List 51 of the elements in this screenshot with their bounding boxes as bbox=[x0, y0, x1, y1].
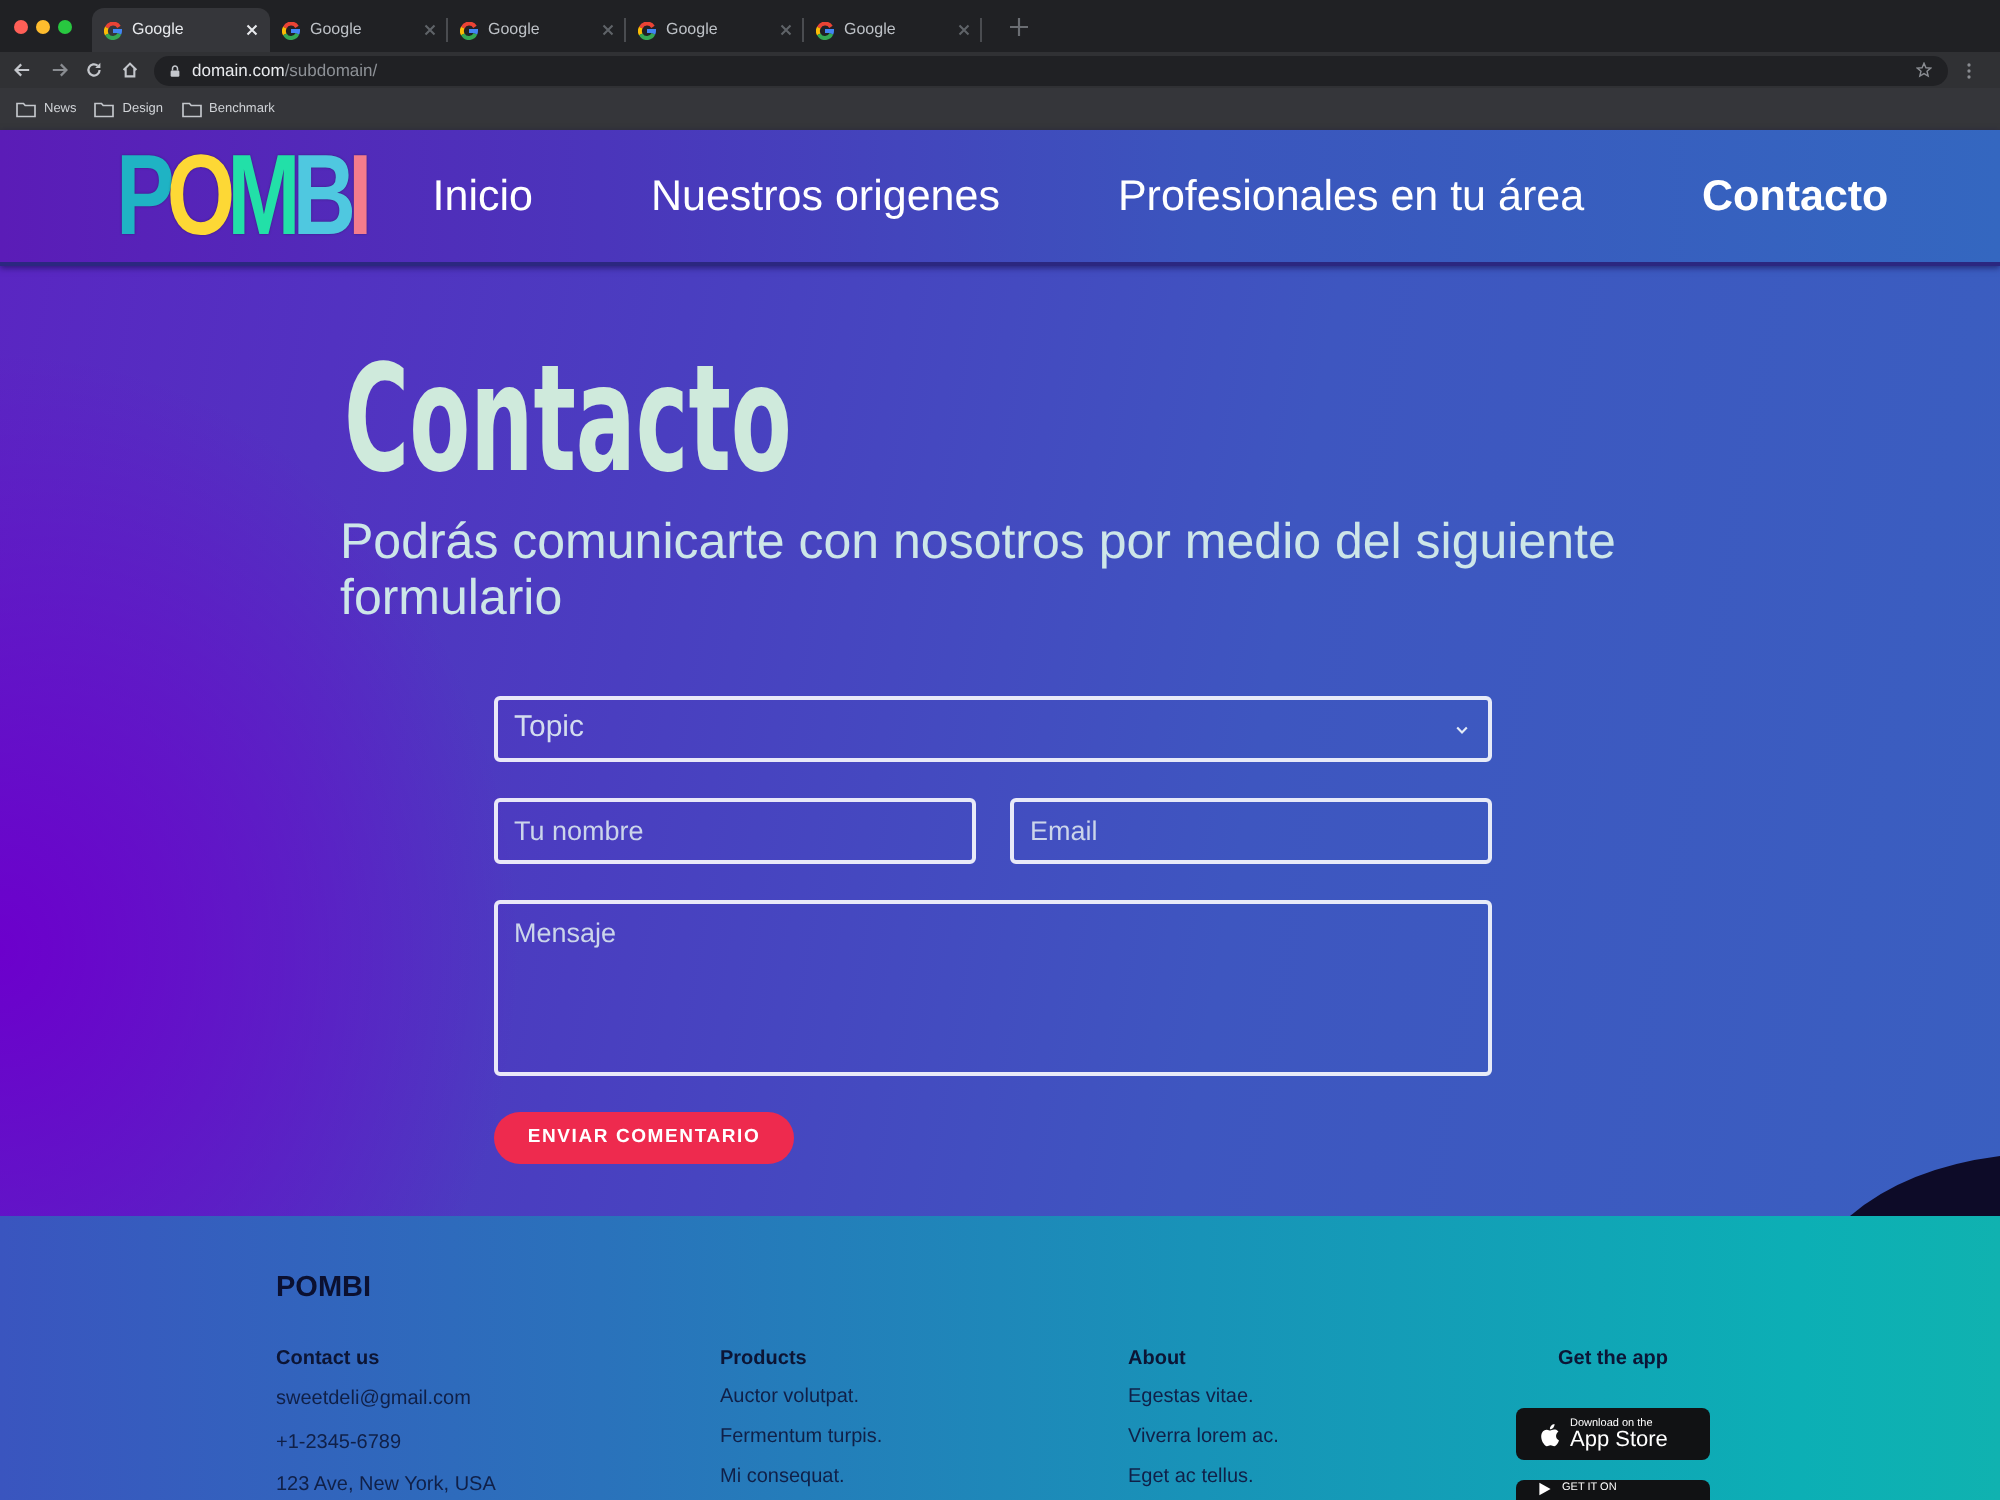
footer-heading: Get the app bbox=[1557, 1348, 1668, 1372]
window-minimize-icon[interactable] bbox=[36, 19, 50, 33]
footer-brand: POMBI bbox=[276, 1272, 372, 1306]
browser-tab[interactable]: Google bbox=[92, 8, 270, 52]
footer-link[interactable]: Viverra lorem ac. bbox=[1128, 1418, 1516, 1458]
folder-icon bbox=[181, 101, 201, 117]
address-bar[interactable]: domain.com/subdomain/ bbox=[154, 55, 1948, 85]
page-title: Contacto bbox=[344, 346, 792, 494]
nav-link[interactable]: Profesionales en tu área bbox=[1117, 163, 1585, 229]
footer-link[interactable]: Egestas vitae. bbox=[1128, 1378, 1516, 1418]
message-field[interactable]: Mensaje bbox=[494, 900, 1492, 1076]
logo[interactable]: POMBI bbox=[116, 140, 365, 256]
browser-tab[interactable]: Google bbox=[626, 8, 804, 52]
submit-button[interactable]: ENVIAR COMENTARIO bbox=[494, 1112, 794, 1164]
back-arrow-icon[interactable] bbox=[14, 62, 30, 78]
browser-tab[interactable]: Google bbox=[804, 8, 982, 52]
plus-icon[interactable] bbox=[1010, 17, 1028, 35]
window-close-icon[interactable] bbox=[14, 19, 28, 33]
forward-arrow-icon[interactable] bbox=[52, 62, 68, 78]
footer-link[interactable]: Auctor volutpat. bbox=[720, 1378, 1128, 1418]
play-triangle-icon bbox=[1538, 1482, 1552, 1496]
email-field[interactable]: Email bbox=[1010, 798, 1492, 864]
footer-link[interactable]: Mi consequat. bbox=[720, 1458, 1128, 1498]
letter-g-icon bbox=[638, 21, 656, 39]
footer-link[interactable]: Fermentum turpis. bbox=[720, 1418, 1128, 1458]
nav-link[interactable]: Contacto bbox=[1702, 163, 1889, 229]
letter-g-icon bbox=[104, 21, 122, 39]
folder-icon bbox=[94, 101, 115, 117]
lock-icon bbox=[170, 63, 180, 77]
folder-icon bbox=[16, 101, 36, 117]
topic-dropdown[interactable]: Topic bbox=[494, 696, 1492, 762]
name-field[interactable]: Tu nombre bbox=[494, 798, 976, 864]
browser-tab[interactable]: Google bbox=[448, 8, 626, 52]
letter-g-icon bbox=[282, 21, 300, 39]
home-icon[interactable] bbox=[122, 62, 138, 78]
letter-g-icon bbox=[816, 21, 834, 39]
browser-tab[interactable]: Google bbox=[270, 8, 448, 52]
more-options-icon[interactable] bbox=[1966, 61, 1972, 79]
letter-g-icon bbox=[460, 21, 478, 39]
reload-icon[interactable] bbox=[86, 62, 102, 78]
chevron-down-icon bbox=[1456, 725, 1468, 733]
bookmark-star-icon[interactable] bbox=[1916, 62, 1932, 78]
nav-link[interactable]: Nuestros origenes bbox=[650, 163, 1000, 229]
footer-heading: About bbox=[1128, 1348, 1188, 1372]
apple-icon bbox=[1538, 1421, 1560, 1447]
footer-link[interactable]: Eget ac tellus. bbox=[1128, 1458, 1516, 1498]
page-subtitle: Podrás comunicarte con nosotros por medio del siguiente formulario bbox=[340, 514, 1618, 626]
footer-heading: Products bbox=[720, 1348, 809, 1372]
window-maximize-icon[interactable] bbox=[58, 19, 72, 33]
footer-heading: Contact us bbox=[276, 1348, 382, 1372]
nav-link[interactable]: Inicio bbox=[432, 163, 533, 229]
